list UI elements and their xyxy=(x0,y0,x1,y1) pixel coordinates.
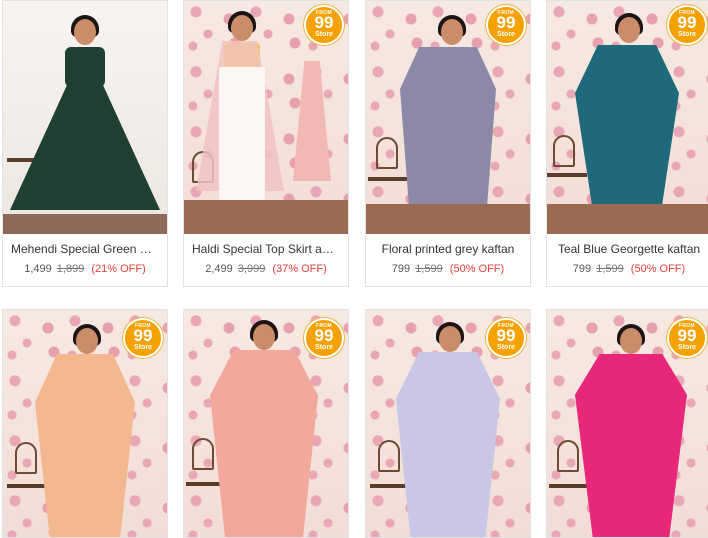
product-image[interactable]: FROM 99 Store xyxy=(184,310,348,537)
product-info: Floral printed grey kaftan 799 1,599 (50… xyxy=(366,241,530,276)
kaftan xyxy=(575,354,687,537)
product-name[interactable]: Haldi Special Top Skirt and... xyxy=(184,241,348,257)
store-99-badge-icon: FROM 99 Store xyxy=(304,318,344,358)
product-grid: Mehendi Special Green Ge... 1,499 1,899 … xyxy=(0,0,708,538)
product-image[interactable]: FROM 99 Store xyxy=(184,1,348,234)
product-image[interactable] xyxy=(3,1,167,234)
kaftan xyxy=(35,354,135,537)
product-card[interactable]: Mehendi Special Green Ge... 1,499 1,899 … xyxy=(2,0,168,287)
product-card[interactable]: FROM 99 Store Floral printed grey kaftan… xyxy=(365,0,531,287)
birdcage-decor xyxy=(557,440,579,472)
store-99-badge-icon: FROM 99 Store xyxy=(123,318,163,358)
kaftan xyxy=(210,350,318,537)
kaftan xyxy=(575,45,679,217)
product-card[interactable]: FROM 99 Store xyxy=(365,309,531,538)
original-price: 3,999 xyxy=(237,263,266,275)
birdcage-decor xyxy=(553,135,575,167)
price-row: 799 1,599 (50% OFF) xyxy=(366,262,530,276)
product-info: Mehendi Special Green Ge... 1,499 1,899 … xyxy=(3,241,167,276)
birdcage-decor xyxy=(378,440,400,472)
product-card[interactable]: FROM 99 Store xyxy=(2,309,168,538)
birdcage-decor xyxy=(192,438,214,470)
discount-label: (37% OFF) xyxy=(272,263,327,275)
product-image[interactable]: FROM 99 Store xyxy=(547,1,708,234)
birdcage-decor xyxy=(15,442,37,474)
product-name[interactable]: Teal Blue Georgette kaftan xyxy=(547,241,708,257)
sale-price: 1,499 xyxy=(24,263,52,275)
product-image[interactable]: FROM 99 Store xyxy=(366,1,530,234)
product-info: Teal Blue Georgette kaftan 799 1,599 (50… xyxy=(547,241,708,276)
product-name[interactable]: Floral printed grey kaftan xyxy=(366,241,530,257)
store-99-badge-icon: FROM 99 Store xyxy=(667,318,707,358)
original-price: 1,899 xyxy=(56,263,85,275)
product-image[interactable]: FROM 99 Store xyxy=(547,310,708,537)
product-card[interactable]: FROM 99 Store Teal Blue Georgette kaftan… xyxy=(546,0,708,287)
product-info: Haldi Special Top Skirt and... 2,499 3,9… xyxy=(184,241,348,276)
sale-price: 799 xyxy=(572,263,592,275)
decor-stand xyxy=(7,484,47,532)
discount-label: (50% OFF) xyxy=(449,263,505,275)
sale-price: 799 xyxy=(391,263,411,275)
product-image[interactable]: FROM 99 Store xyxy=(366,310,530,537)
product-name[interactable]: Mehendi Special Green Ge... xyxy=(3,241,167,257)
price-row: 799 1,599 (50% OFF) xyxy=(547,262,708,276)
kaftan xyxy=(396,352,500,537)
price-row: 1,499 1,899 (21% OFF) xyxy=(3,262,167,276)
product-card[interactable]: FROM 99 Store xyxy=(546,309,708,538)
dress-bodice xyxy=(65,47,105,87)
original-price: 1,599 xyxy=(596,263,624,275)
dress-skirt xyxy=(10,85,160,210)
birdcage-decor xyxy=(376,137,398,169)
discount-label: (50% OFF) xyxy=(630,263,686,275)
original-price: 1,599 xyxy=(415,263,443,275)
kaftan xyxy=(400,47,496,215)
decor-stand xyxy=(370,484,410,532)
sale-price: 2,499 xyxy=(205,263,233,275)
store-99-badge-icon: FROM 99 Store xyxy=(486,5,526,45)
store-99-badge-icon: FROM 99 Store xyxy=(667,5,707,45)
price-row: 2,499 3,999 (37% OFF) xyxy=(184,262,348,276)
product-image[interactable]: FROM 99 Store xyxy=(3,310,167,537)
store-99-badge-icon: FROM 99 Store xyxy=(486,318,526,358)
store-99-badge-icon: FROM 99 Store xyxy=(304,5,344,45)
product-card[interactable]: FROM 99 Store xyxy=(183,309,349,538)
discount-label: (21% OFF) xyxy=(91,263,146,275)
decor-stand xyxy=(549,484,589,532)
product-card[interactable]: FROM 99 Store Haldi Special Top Skirt an… xyxy=(183,0,349,287)
